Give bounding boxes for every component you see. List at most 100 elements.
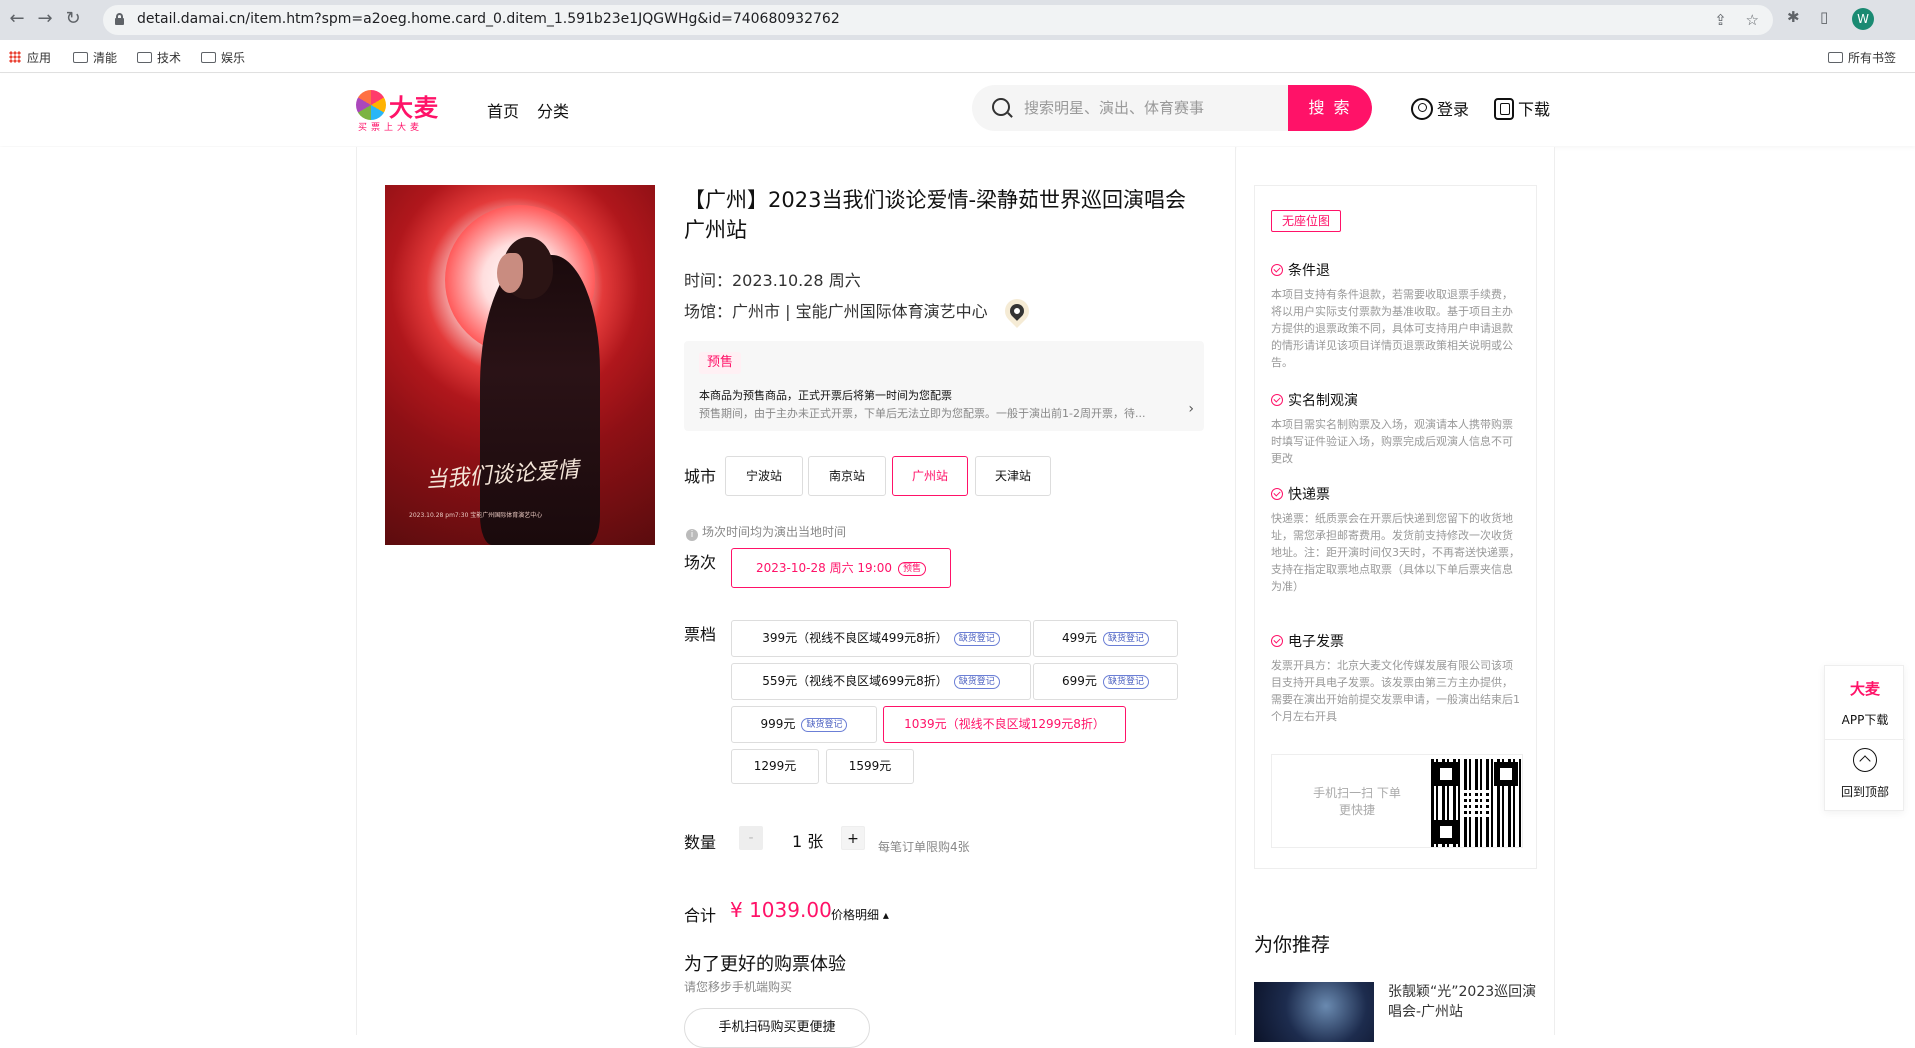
lock-icon — [115, 13, 124, 25]
policy-title-express: 快递票 — [1271, 484, 1330, 504]
no-seat-map-tag: 无座位图 — [1271, 210, 1342, 232]
mobile-purchase-title: 为了更好的购票体验 — [684, 954, 846, 975]
user-icon — [1411, 98, 1433, 120]
url-text[interactable]: detail.damai.cn/item.htm?spm=a2oeg.home.… — [137, 11, 840, 27]
share-icon[interactable]: ⇪ — [1714, 11, 1727, 29]
ticket-tier-399[interactable]: 399元（视线不良区域499元8折） 缺货登记 — [731, 620, 1031, 657]
policy-box: 无座位图 条件退 本项目支持有条件退款，若需要收取退票手续费，将以用户实际支付票… — [1254, 185, 1537, 869]
check-circle-icon — [1271, 264, 1283, 276]
download-link[interactable]: 下载 — [1494, 96, 1550, 120]
reload-icon[interactable]: ↻ — [62, 8, 84, 30]
bookmark-folder-tech[interactable]: 技术 — [137, 49, 181, 66]
poster-figure — [480, 255, 600, 545]
site-header: 大麦 买票上大麦 首页 分类 搜 索 登录 下载 — [0, 74, 1915, 146]
forward-icon[interactable]: → — [34, 8, 56, 30]
policy-text-invoice: 发票开具方：北京大麦文化传媒发展有限公司该项目支持开具电子发票。该发票由第三方主… — [1271, 659, 1520, 723]
ticket-tier-499[interactable]: 499元 缺货登记 — [1033, 620, 1178, 657]
quantity-decrement-button[interactable]: - — [739, 826, 763, 850]
check-circle-icon — [1271, 488, 1283, 500]
bookmark-apps[interactable]: 应用 — [9, 49, 51, 66]
side-panel-icon[interactable]: ▯ — [1820, 8, 1828, 26]
login-link[interactable]: 登录 — [1411, 96, 1469, 120]
recommend-item-name[interactable]: 张靓颖“光”2023巡回演唱会-广州站 — [1388, 982, 1538, 1022]
session-option[interactable]: 2023-10-28 周六 19:00 预售 — [731, 548, 951, 588]
damai-logo[interactable]: 大麦 买票上大麦 — [356, 88, 446, 133]
quantity-label: 数量 — [684, 833, 717, 852]
folder-icon — [73, 52, 88, 63]
ticket-tier-label: 票档 — [684, 625, 717, 644]
recommend-thumbnail[interactable] — [1254, 982, 1374, 1042]
back-to-top-link[interactable]: 回到顶部 — [1825, 783, 1905, 800]
city-option-nanjing[interactable]: 南京站 — [808, 456, 886, 496]
poster-fineprint: 2023.10.28 pm7:30 宝能广州国际体育演艺中心 — [409, 512, 543, 519]
qr-code-image — [1431, 759, 1521, 847]
ticket-tier-1599[interactable]: 1599元 — [826, 749, 914, 784]
extensions-icon[interactable]: ✱ — [1787, 8, 1800, 26]
nav-category[interactable]: 分类 — [537, 98, 569, 122]
city-option-tianjin[interactable]: 天津站 — [975, 456, 1051, 496]
search-input[interactable] — [1024, 85, 1264, 131]
search-button[interactable]: 搜 索 — [1288, 85, 1372, 131]
folder-icon — [201, 52, 216, 63]
price-detail-toggle[interactable]: 价格明细 ▴ — [831, 906, 889, 923]
waitlist-badge: 缺货登记 — [953, 675, 1000, 689]
waitlist-badge: 缺货登记 — [1102, 675, 1149, 689]
back-icon[interactable]: ← — [6, 8, 28, 30]
qr-caption: 手机扫一扫 下单更快捷 — [1313, 786, 1401, 817]
quantity-value: 1 张 — [792, 832, 824, 851]
presale-main-text: 本商品为预售商品，正式开票后将第一时间为您配票 — [699, 389, 952, 402]
ticket-tier-1039[interactable]: 1039元（视线不良区域1299元8折） — [883, 706, 1126, 743]
float-logo[interactable]: 大麦 — [1825, 678, 1905, 699]
event-poster[interactable]: 当我们谈论爱情 2023.10.28 pm7:30 宝能广州国际体育演艺中心 — [385, 185, 655, 545]
nav-home[interactable]: 首页 — [487, 98, 519, 122]
presale-sub-text: 预售期间，由于主办未正式开票，下单后无法立即为您配票。一般于演出前1-2周开票，… — [699, 407, 1146, 420]
address-bar[interactable]: detail.damai.cn/item.htm?spm=a2oeg.home.… — [103, 5, 1773, 35]
waitlist-badge: 缺货登记 — [1102, 632, 1149, 646]
presale-badge: 预售 — [897, 562, 926, 576]
back-to-top-icon[interactable] — [1853, 748, 1877, 772]
ticket-tier-999[interactable]: 999元 缺货登记 — [731, 706, 877, 743]
app-download-link[interactable]: APP下载 — [1825, 711, 1905, 728]
check-circle-icon — [1271, 394, 1283, 406]
bookmark-folder-qingneng[interactable]: 清能 — [73, 49, 117, 66]
poster-face — [497, 253, 523, 293]
city-option-guangzhou[interactable]: 广州站 — [892, 456, 968, 496]
search-icon — [992, 98, 1010, 116]
policy-title-invoice: 电子发票 — [1271, 631, 1344, 651]
presale-notice[interactable]: 预售 本商品为预售商品，正式开票后将第一时间为您配票 预售期间，由于主办未正式开… — [684, 341, 1204, 431]
ticket-tier-699[interactable]: 699元 缺货登记 — [1033, 663, 1178, 700]
chevron-right-icon[interactable]: › — [1188, 401, 1194, 417]
ticket-tier-559[interactable]: 559元（视线不良区域699元8折） 缺货登记 — [731, 663, 1031, 700]
info-icon: i — [686, 529, 698, 541]
page-background — [0, 147, 356, 1035]
session-label: 场次 — [684, 553, 717, 572]
event-venue: 场馆：广州市 | 宝能广州国际体育演艺中心 — [684, 298, 1027, 322]
qr-card: 手机扫一扫 下单更快捷 — [1271, 754, 1523, 848]
search-box: 搜 索 — [972, 85, 1372, 131]
check-circle-icon — [1271, 635, 1283, 647]
map-pin-icon[interactable] — [1006, 301, 1027, 321]
policy-title-realname: 实名制观演 — [1271, 390, 1358, 410]
presale-tag: 预售 — [699, 352, 742, 374]
phone-icon — [1494, 98, 1514, 120]
policy-text-express: 快递票：纸质票会在开票后快递到您留下的收货地址，需您承担邮寄费用。发货前支持修改… — [1271, 512, 1520, 593]
apps-grid-icon — [9, 51, 21, 63]
bookmark-star-icon[interactable]: ☆ — [1746, 11, 1759, 29]
ticket-tier-1299[interactable]: 1299元 — [731, 749, 819, 784]
bookmark-folder-entertainment[interactable]: 娱乐 — [201, 49, 245, 66]
city-label: 城市 — [684, 467, 717, 486]
mobile-scan-button[interactable]: 手机扫码购买更便捷 — [684, 1008, 870, 1048]
logo-flower-icon — [356, 90, 386, 120]
purchase-limit-note: 每笔订单限购4张 — [878, 840, 970, 854]
city-option-ningbo[interactable]: 宁波站 — [725, 456, 803, 496]
profile-avatar[interactable]: W — [1852, 8, 1874, 30]
total-label: 合计 — [684, 906, 717, 925]
folder-icon — [137, 52, 152, 63]
mobile-purchase-subtitle: 请您移步手机端购买 — [684, 980, 793, 994]
waitlist-badge: 缺货登记 — [801, 718, 848, 732]
floating-app-widget: 大麦 APP下载 回到顶部 — [1824, 665, 1905, 811]
policy-text-realname: 本项目需实名制购票及入场，观演请本人携带购票时填写证件验证入场，购票完成后观演人… — [1271, 418, 1513, 465]
all-bookmarks[interactable]: 所有书签 — [1828, 49, 1896, 66]
total-price: ¥ 1039.00 — [730, 898, 832, 922]
quantity-increment-button[interactable]: + — [841, 826, 865, 850]
